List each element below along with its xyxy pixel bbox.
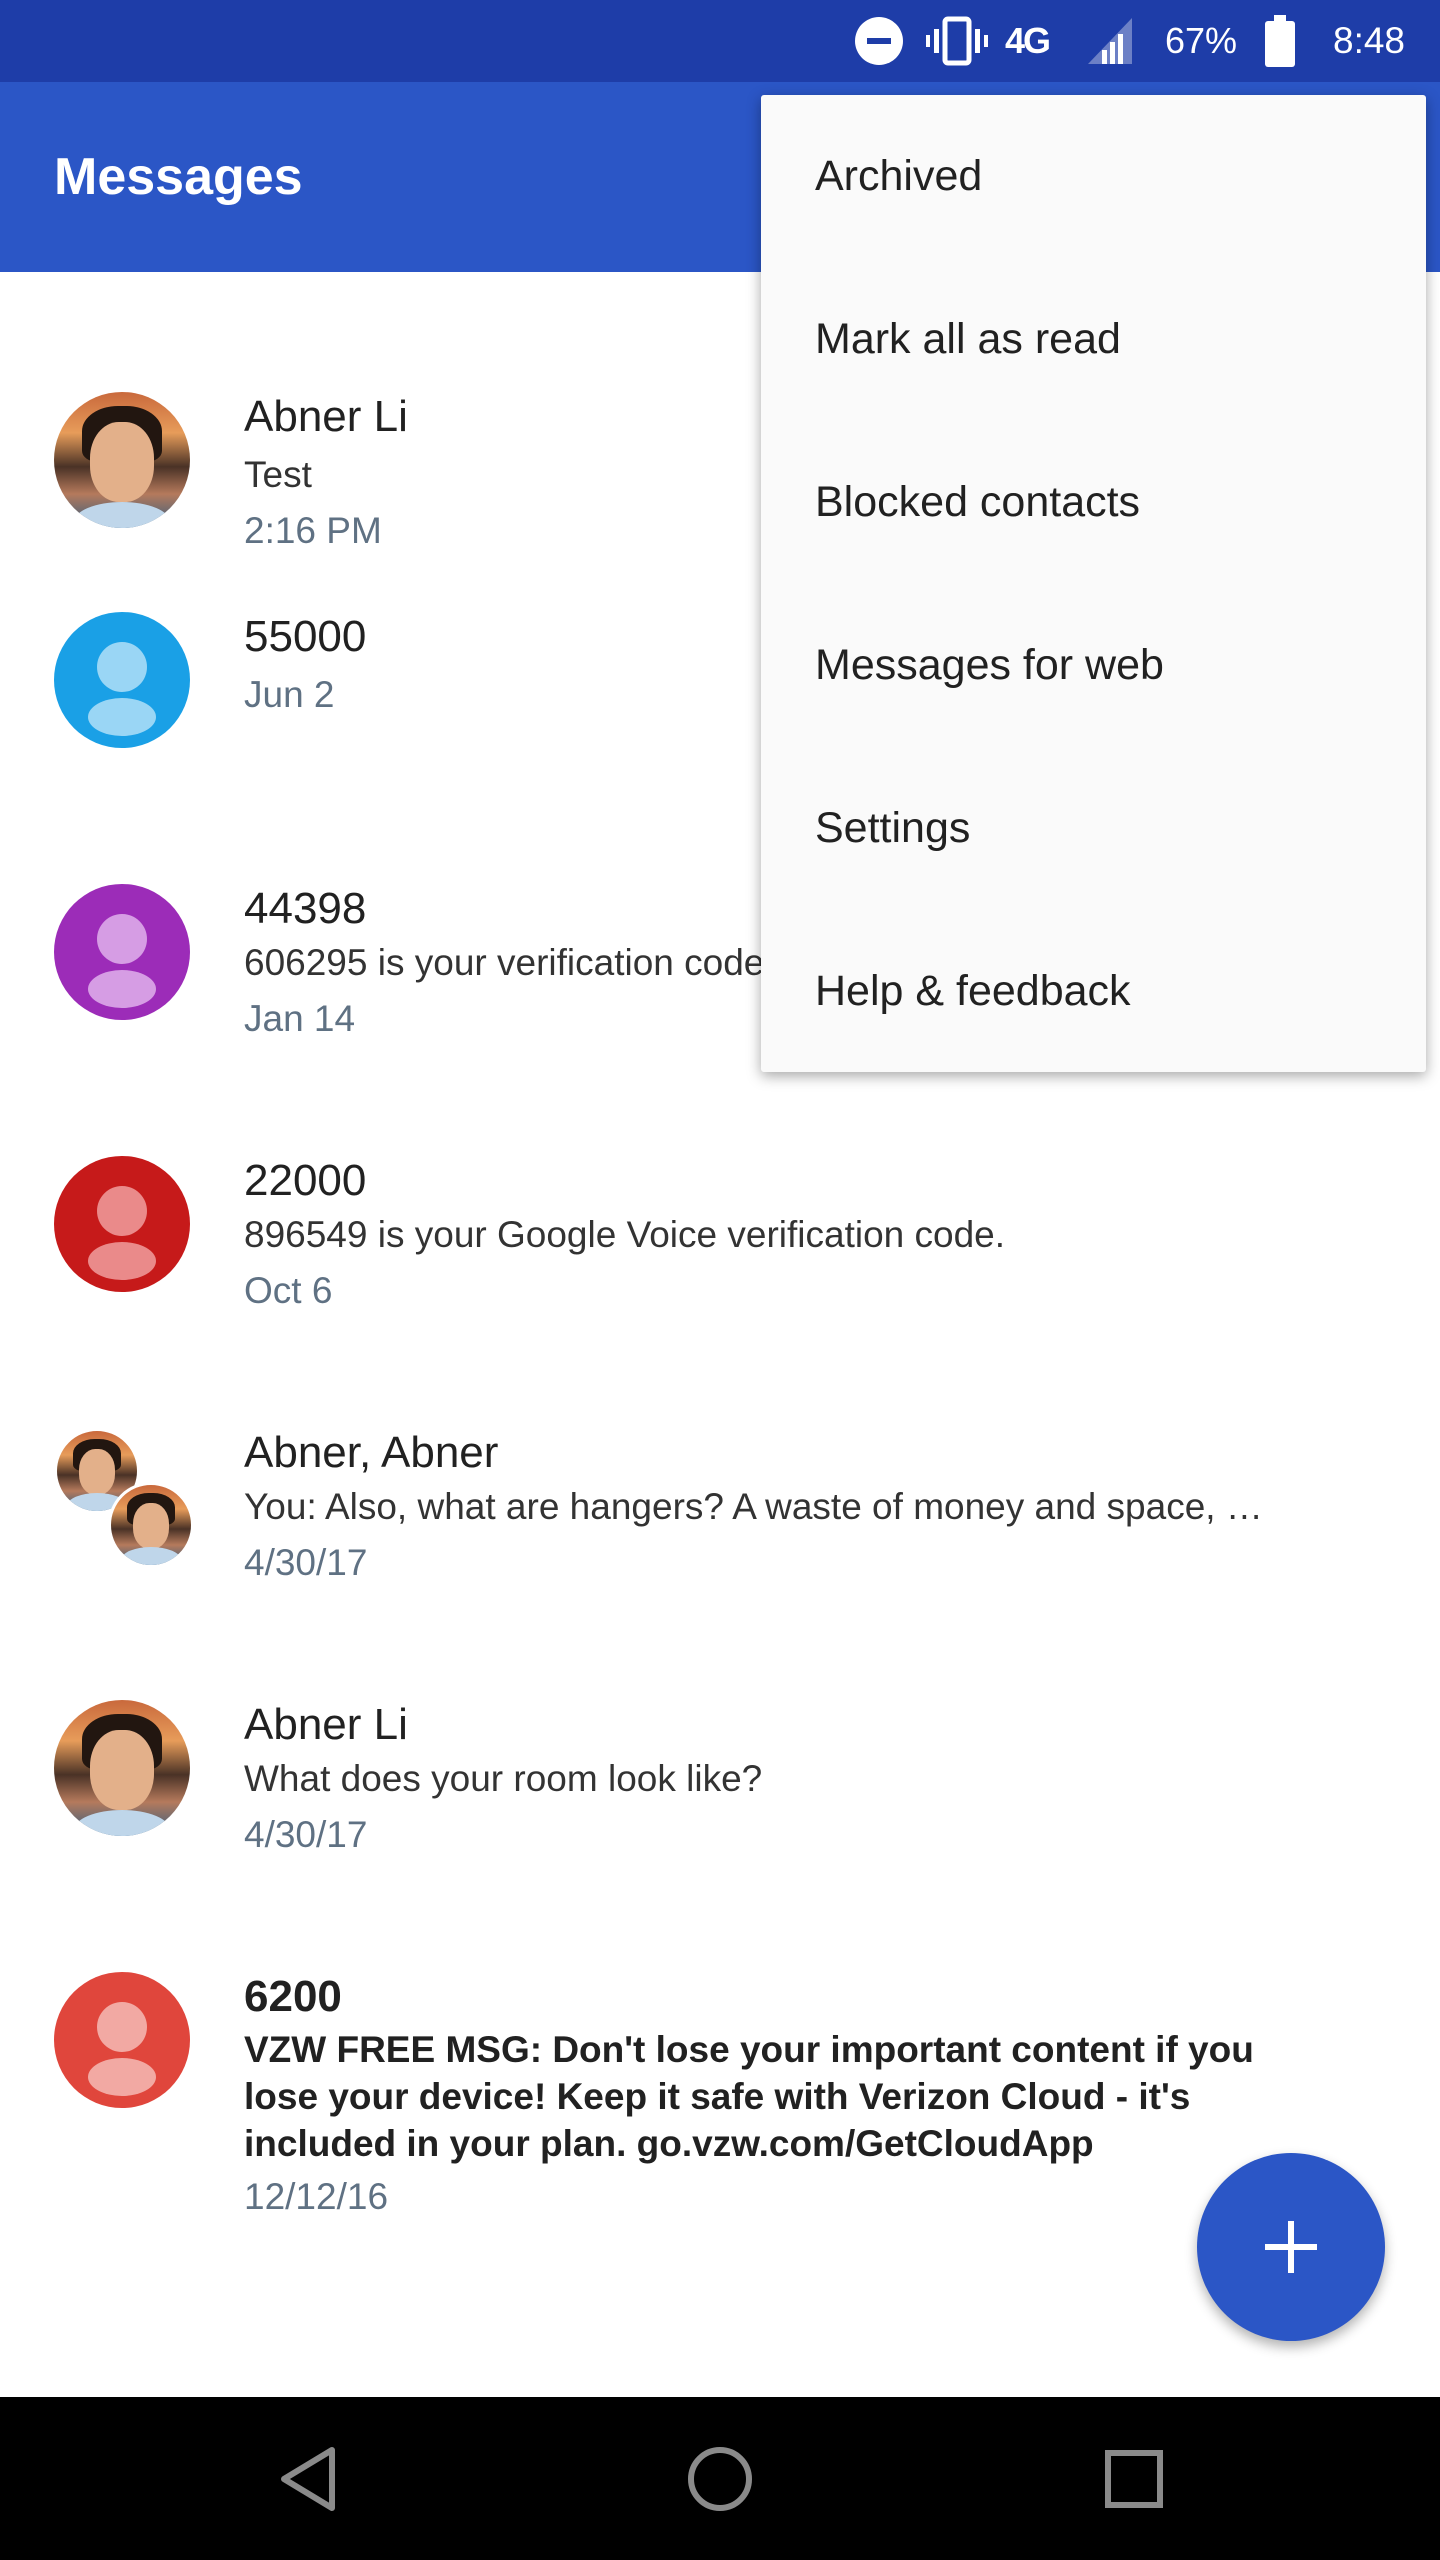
battery-percent: 67%	[1165, 20, 1238, 61]
signal-icon	[1088, 0, 1132, 82]
avatar	[54, 1700, 190, 1836]
home-icon[interactable]	[638, 2397, 801, 2560]
menu-item-mark-all-read[interactable]: Mark all as read	[761, 258, 1426, 421]
new-conversation-button[interactable]	[1197, 2153, 1385, 2341]
menu-item-help-feedback[interactable]: Help & feedback	[761, 910, 1426, 1073]
avatar	[54, 392, 190, 528]
menu-item-blocked-contacts[interactable]: Blocked contacts	[761, 421, 1426, 584]
conversation-time: 12/12/16	[244, 2176, 389, 2217]
conversation-snippet: You: Also, what are hangers? A waste of …	[244, 1486, 1263, 1527]
group-avatar	[54, 1428, 194, 1568]
conversation-time: Jan 14	[244, 998, 356, 1039]
do-not-disturb-icon	[855, 0, 903, 82]
conversation-name: 6200	[244, 1972, 342, 2021]
conversation-snippet: What does your room look like?	[244, 1758, 763, 1799]
avatar	[54, 1972, 190, 2108]
conversation-name: 22000	[244, 1156, 367, 1205]
conversation-time: 2:16 PM	[244, 510, 382, 551]
navigation-bar	[0, 2397, 1440, 2560]
menu-item-archived[interactable]: Archived	[761, 95, 1426, 258]
conversation-time: Oct 6	[244, 1270, 333, 1311]
conversation-name: 44398	[244, 884, 367, 933]
avatar	[54, 884, 190, 1020]
conversation-time: Jun 2	[244, 674, 335, 715]
overflow-menu: Archived Mark all as read Blocked contac…	[761, 95, 1426, 1072]
conversation-item[interactable]: Abner Li What does your room look like? …	[0, 1700, 1440, 1920]
battery-icon	[1265, 0, 1295, 82]
conversation-item[interactable]: 22000 896549 is your Google Voice verifi…	[0, 1156, 1440, 1376]
conversation-name: Abner, Abner	[244, 1428, 499, 1477]
back-icon[interactable]	[226, 2397, 389, 2560]
vibrate-icon	[925, 0, 989, 82]
conversation-name: Abner Li	[244, 1700, 408, 1749]
conversation-name: Abner Li	[244, 392, 408, 441]
menu-item-messages-for-web[interactable]: Messages for web	[761, 584, 1426, 747]
conversation-name: 55000	[244, 612, 367, 661]
conversation-snippet: 606295 is your verification code	[244, 942, 765, 983]
conversation-item[interactable]: Abner, Abner You: Also, what are hangers…	[0, 1428, 1440, 1648]
conversation-time: 4/30/17	[244, 1814, 368, 1855]
conversation-snippet: VZW FREE MSG: Don't lose your important …	[244, 2029, 1254, 2164]
avatar	[108, 1482, 194, 1568]
menu-item-settings[interactable]: Settings	[761, 747, 1426, 910]
conversation-time: 4/30/17	[244, 1542, 368, 1583]
avatar	[54, 612, 190, 748]
avatar	[54, 1156, 190, 1292]
recents-icon[interactable]	[1052, 2397, 1215, 2560]
page-title: Messages	[54, 148, 303, 206]
status-bar: 4G 67% 8:48	[0, 0, 1440, 82]
lte-icon: 4G	[1005, 20, 1051, 61]
clock: 8:48	[1333, 20, 1406, 61]
conversation-snippet: Test	[244, 454, 312, 495]
conversation-snippet: 896549 is your Google Voice verification…	[244, 1214, 1006, 1255]
